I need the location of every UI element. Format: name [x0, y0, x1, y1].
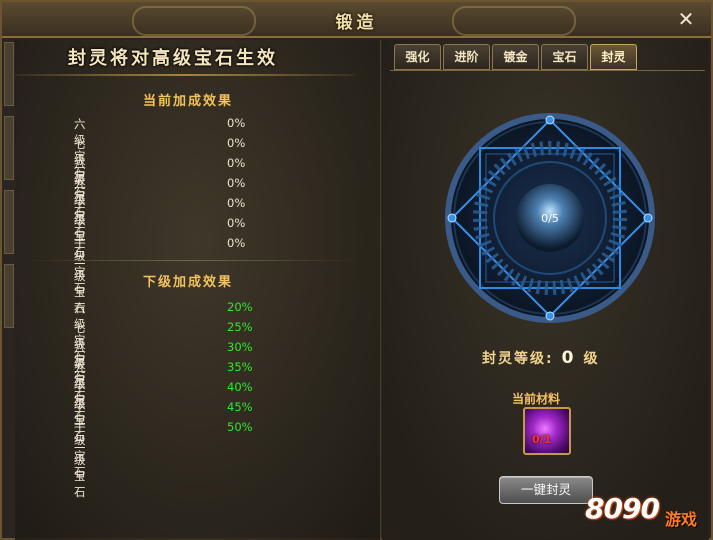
tab-seal[interactable]: 封灵	[590, 44, 637, 70]
bonus-value: 20%	[227, 300, 253, 314]
side-tab[interactable]	[4, 264, 14, 328]
tab-advance[interactable]: 进阶	[443, 44, 490, 70]
diamond-node-left	[447, 213, 457, 223]
tab-gilding[interactable]: 镀金	[492, 44, 539, 70]
side-tab-strip	[4, 42, 14, 372]
bonus-value: 40%	[227, 380, 253, 394]
headline-divider	[15, 74, 355, 76]
side-tab[interactable]	[4, 190, 14, 254]
bonus-value: 25%	[227, 320, 253, 334]
tab-gem[interactable]: 宝石	[541, 44, 588, 70]
bonus-value: 0%	[227, 156, 246, 170]
seal-progress-text: 0/5	[541, 212, 559, 225]
bonus-value: 30%	[227, 340, 253, 354]
watermark-number: 8090	[585, 492, 660, 525]
side-tab[interactable]	[4, 116, 14, 180]
material-slot-icon[interactable]	[523, 407, 571, 455]
side-tab[interactable]	[4, 42, 14, 106]
seal-level-unit: 级	[583, 351, 600, 367]
bonus-value: 0%	[227, 116, 246, 130]
diamond-node-right	[643, 213, 653, 223]
bonus-value: 50%	[227, 420, 253, 434]
bonus-value: 0%	[227, 176, 246, 190]
tab-strengthen[interactable]: 强化	[394, 44, 441, 70]
current-bonus-title: 当前加成效果	[143, 94, 234, 109]
next-bonus-title: 下级加成效果	[143, 275, 234, 290]
bonus-panel: 封灵将对高级宝石生效 当前加成效果 六级宝石 0% 七级宝石 0% 八级宝石 0% 九…	[15, 40, 381, 540]
bonus-value: 0%	[227, 216, 246, 230]
diamond-node-bottom	[545, 311, 555, 321]
site-watermark-logo: 8090 游戏	[585, 488, 705, 536]
seal-panel: 强化 进阶 镀金 宝石 封灵 0/5 封灵等级: 0 级 当前材料 0/1 一键…	[382, 40, 709, 540]
close-icon[interactable]: ✕	[675, 8, 697, 30]
title-bar: 锻造 ✕	[2, 2, 711, 38]
forge-window: 锻造 ✕ 封灵将对高级宝石生效 当前加成效果 六级宝石 0% 七级宝石 0% 八级宝…	[0, 0, 713, 540]
window-title: 锻造	[335, 13, 378, 33]
tab-underline	[390, 70, 705, 71]
material-count: 0/1	[532, 433, 552, 446]
seal-level-label: 封灵等级:	[482, 351, 554, 367]
gem-tier-label: 十二级宝石	[74, 421, 86, 499]
bonus-value: 0%	[227, 236, 246, 250]
diamond-node-top	[545, 115, 555, 125]
bonus-value: 35%	[227, 360, 253, 374]
bonus-value: 0%	[227, 136, 246, 150]
material-title: 当前材料	[512, 392, 561, 406]
panel-headline: 封灵将对高级宝石生效	[68, 48, 278, 69]
seal-level: 封灵等级: 0 级	[482, 348, 599, 368]
section-divider	[25, 260, 355, 261]
bonus-value: 0%	[227, 196, 246, 210]
seal-level-value: 0	[561, 348, 576, 368]
seal-magic-circle: 0/5	[445, 113, 655, 323]
watermark-text: 游戏	[665, 510, 698, 529]
bonus-value: 45%	[227, 400, 253, 414]
one-click-seal-button[interactable]: 一键封灵	[499, 476, 593, 504]
